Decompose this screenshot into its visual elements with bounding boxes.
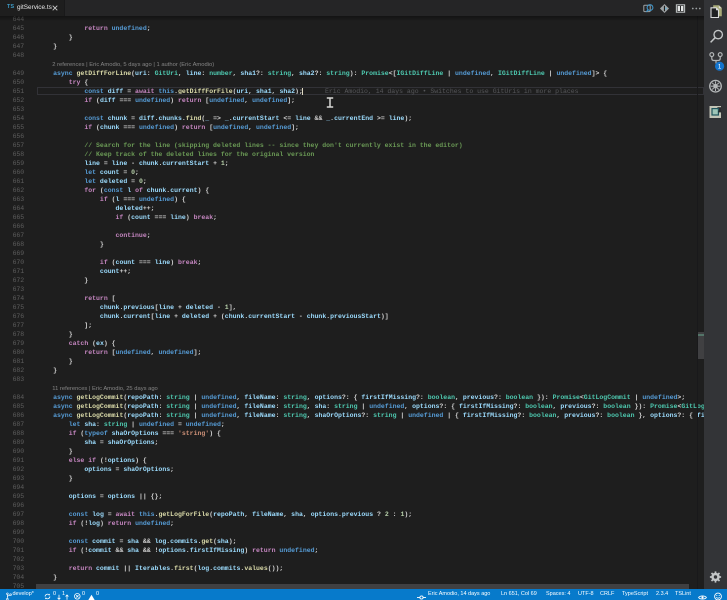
svg-text:1: 1 [718,63,722,70]
